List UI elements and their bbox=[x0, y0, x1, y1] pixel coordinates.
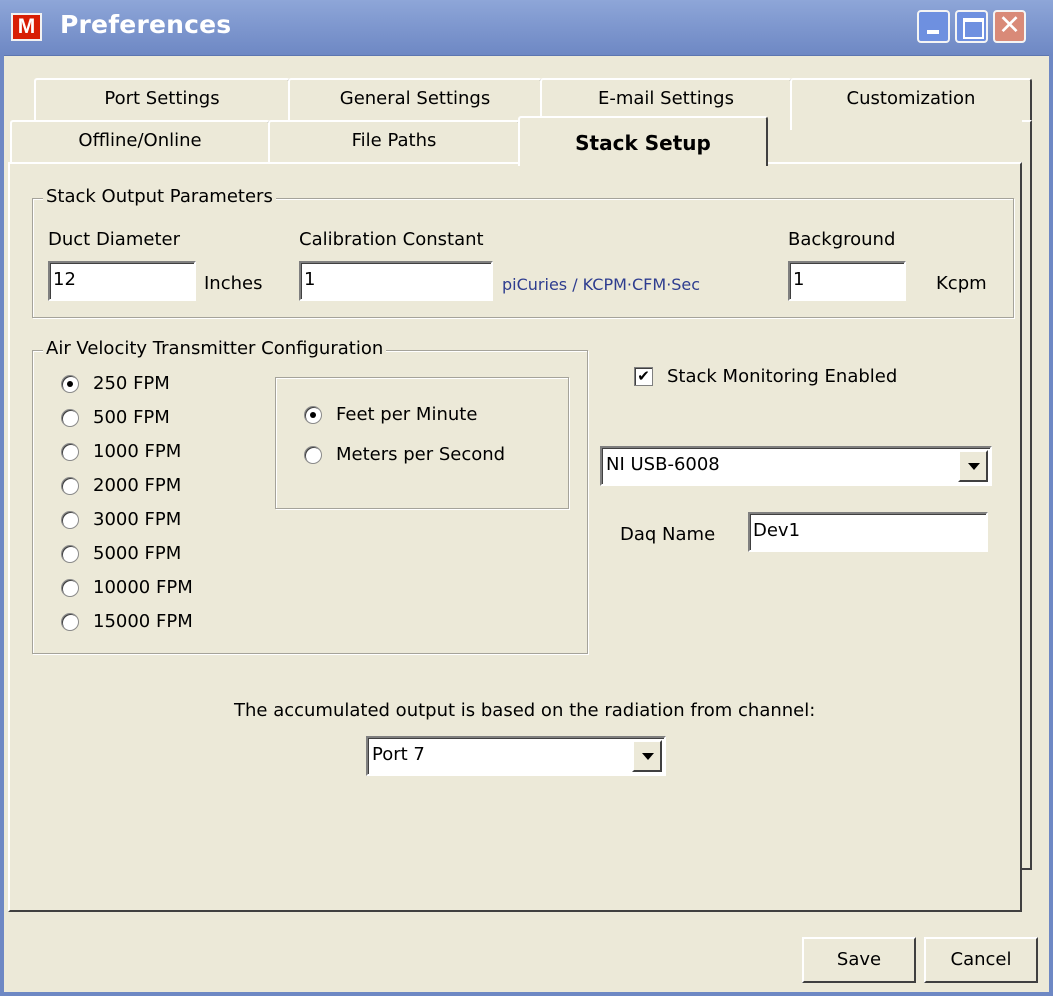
duct-diameter-label: Duct Diameter bbox=[48, 229, 180, 250]
save-button[interactable]: Save bbox=[802, 937, 916, 983]
minimize-button[interactable] bbox=[917, 10, 950, 43]
calibration-constant-label: Calibration Constant bbox=[299, 229, 484, 250]
radio-10000-fpm[interactable]: 10000 FPM bbox=[61, 577, 193, 598]
tab-email-settings[interactable]: E-mail Settings bbox=[540, 78, 792, 120]
radio-dot bbox=[61, 442, 79, 461]
radio-dot bbox=[61, 544, 79, 563]
stack-output-group: Stack Output Parameters Duct Diameter 12… bbox=[32, 186, 1014, 318]
tab-general-settings[interactable]: General Settings bbox=[288, 78, 542, 120]
stack-monitoring-label: Stack Monitoring Enabled bbox=[667, 366, 898, 387]
radio-250-fpm[interactable]: 250 FPM bbox=[61, 373, 170, 394]
maximize-icon bbox=[963, 18, 984, 39]
checkmark-icon: ✔ bbox=[634, 367, 653, 386]
app-icon: M bbox=[11, 13, 42, 41]
background-label: Background bbox=[788, 229, 896, 250]
radio-2000-fpm[interactable]: 2000 FPM bbox=[61, 475, 181, 496]
radio-5000-fpm[interactable]: 5000 FPM bbox=[61, 543, 181, 564]
radio-label: 10000 FPM bbox=[93, 577, 193, 598]
radio-meters-per-second[interactable]: Meters per Second bbox=[304, 444, 505, 465]
channel-label: The accumulated output is based on the r… bbox=[234, 700, 816, 721]
duct-unit-label: Inches bbox=[204, 273, 263, 294]
radio-label: 1000 FPM bbox=[93, 441, 182, 462]
minimize-icon bbox=[927, 30, 939, 34]
background-unit-label: Kcpm bbox=[936, 273, 987, 294]
chevron-down-icon[interactable] bbox=[958, 450, 988, 482]
radio-dot bbox=[61, 476, 79, 495]
device-select[interactable]: NI USB-6008 bbox=[600, 446, 992, 486]
radio-feet-per-minute[interactable]: Feet per Minute bbox=[304, 404, 477, 425]
device-select-value: NI USB-6008 bbox=[606, 454, 720, 475]
tab-file-paths[interactable]: File Paths bbox=[268, 120, 520, 162]
radio-label: 15000 FPM bbox=[93, 611, 193, 632]
stack-setup-panel: Stack Output Parameters Duct Diameter 12… bbox=[8, 162, 1022, 912]
preferences-window: M Preferences ✕ Port Settings General Se… bbox=[0, 0, 1053, 996]
radio-label: 500 FPM bbox=[93, 407, 170, 428]
tab-offline-online[interactable]: Offline/Online bbox=[10, 120, 270, 162]
velocity-units-group: Feet per Minute Meters per Second bbox=[275, 377, 569, 509]
tab-stack-setup[interactable]: Stack Setup bbox=[518, 116, 768, 166]
radio-label: 2000 FPM bbox=[93, 475, 182, 496]
tab-port-settings[interactable]: Port Settings bbox=[34, 78, 290, 120]
tab-panel-back-edge bbox=[1022, 120, 1032, 870]
radio-15000-fpm[interactable]: 15000 FPM bbox=[61, 611, 193, 632]
radio-500-fpm[interactable]: 500 FPM bbox=[61, 407, 170, 428]
radio-label: Meters per Second bbox=[336, 444, 506, 465]
radio-1000-fpm[interactable]: 1000 FPM bbox=[61, 441, 181, 462]
calibration-constant-input[interactable]: 1 bbox=[299, 261, 493, 301]
window-title: Preferences bbox=[60, 10, 232, 39]
channel-select[interactable]: Port 7 bbox=[366, 736, 666, 776]
channel-select-value: Port 7 bbox=[372, 744, 425, 765]
maximize-button[interactable] bbox=[955, 10, 988, 43]
close-button[interactable]: ✕ bbox=[993, 10, 1026, 43]
radio-dot bbox=[61, 408, 79, 427]
air-velocity-group: Air Velocity Transmitter Configuration 2… bbox=[32, 338, 588, 654]
background-input[interactable]: 1 bbox=[788, 261, 906, 301]
title-bar: M Preferences ✕ bbox=[0, 0, 1053, 56]
radio-dot bbox=[61, 612, 79, 631]
daq-name-label: Daq Name bbox=[620, 524, 716, 545]
radio-dot bbox=[304, 445, 322, 464]
calibration-unit-label: piCuries / KCPM·CFM·Sec bbox=[502, 275, 701, 294]
close-icon: ✕ bbox=[998, 10, 1021, 41]
daq-name-input[interactable]: Dev1 bbox=[748, 512, 988, 552]
radio-label: 5000 FPM bbox=[93, 543, 182, 564]
radio-3000-fpm[interactable]: 3000 FPM bbox=[61, 509, 181, 530]
radio-dot bbox=[304, 405, 322, 424]
chevron-down-icon[interactable] bbox=[632, 740, 662, 772]
duct-diameter-input[interactable]: 12 bbox=[48, 261, 196, 301]
radio-label: 3000 FPM bbox=[93, 509, 182, 530]
radio-label: 250 FPM bbox=[93, 373, 170, 394]
radio-dot bbox=[61, 510, 79, 529]
radio-dot bbox=[61, 374, 79, 393]
tab-customization[interactable]: Customization bbox=[790, 78, 1032, 130]
cancel-button[interactable]: Cancel bbox=[924, 937, 1038, 983]
stack-output-title: Stack Output Parameters bbox=[43, 186, 276, 207]
radio-label: Feet per Minute bbox=[336, 404, 478, 425]
stack-monitoring-checkbox[interactable]: ✔ Stack Monitoring Enabled bbox=[634, 366, 897, 387]
air-velocity-title: Air Velocity Transmitter Configuration bbox=[43, 338, 387, 359]
radio-dot bbox=[61, 578, 79, 597]
